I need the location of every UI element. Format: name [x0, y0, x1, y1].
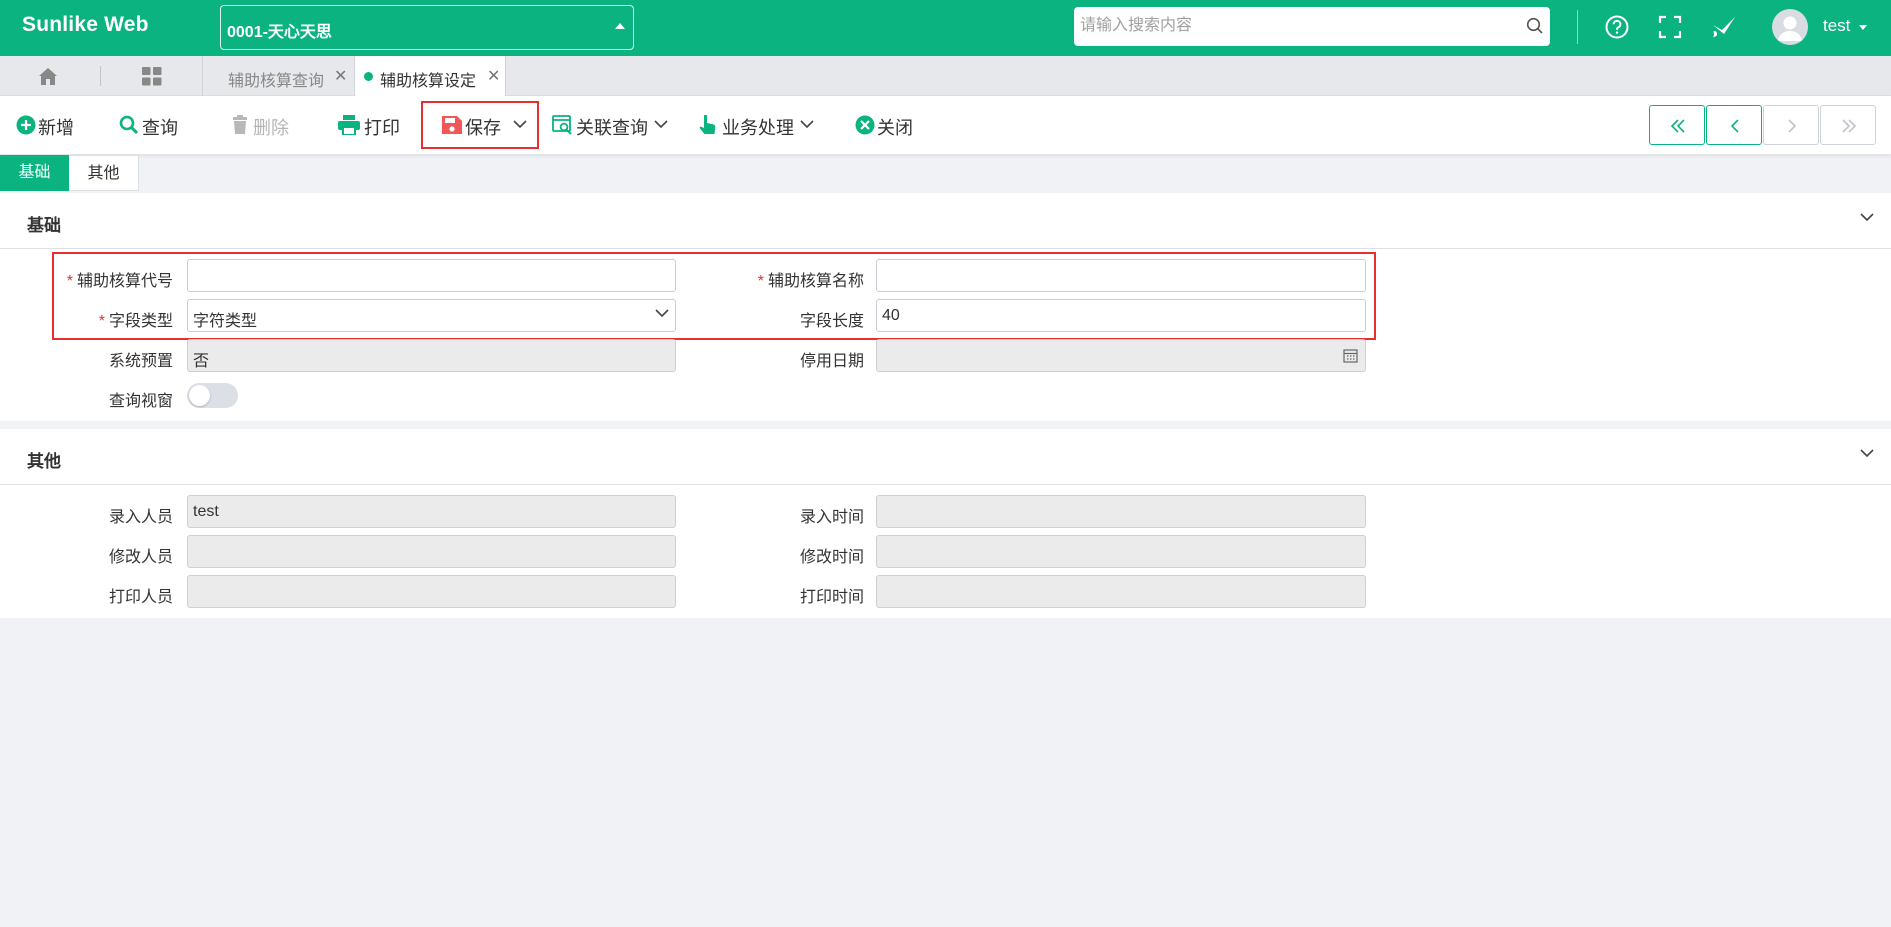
chevron-down-icon: [655, 309, 669, 318]
double-chevron-left-icon: [1670, 119, 1685, 133]
query-window-toggle[interactable]: [187, 383, 238, 408]
section-tab-basic[interactable]: 基础: [0, 155, 69, 191]
printed-by-field: [187, 575, 676, 608]
tab-aux-query[interactable]: 辅助核算查询 ✕: [204, 56, 354, 96]
preset-field: 否: [187, 339, 676, 372]
close-icon[interactable]: ✕: [487, 66, 500, 86]
tab-bar: 辅助核算查询 ✕ 辅助核算设定 ✕: [0, 56, 1891, 96]
toolbar: 新增 查询 删除 打印 保存 关联查询 业务处理 关闭: [0, 96, 1891, 154]
help-icon[interactable]: [1604, 14, 1630, 40]
modified-by-label: 修改人员: [108, 549, 173, 566]
tab-apps[interactable]: [101, 56, 203, 96]
chevron-right-icon: [1788, 119, 1797, 133]
entered-by-field: test: [187, 495, 676, 528]
fullscreen-icon[interactable]: [1657, 14, 1683, 40]
chevron-down-icon: [800, 120, 814, 129]
brand-logo: Sunlike Web: [22, 13, 149, 36]
chevron-down-icon[interactable]: [1860, 449, 1874, 458]
chevron-down-icon[interactable]: [1860, 213, 1874, 222]
user-name[interactable]: test: [1823, 16, 1850, 36]
entered-by-label: 录入人员: [108, 509, 173, 526]
user-avatar[interactable]: [1772, 9, 1808, 45]
company-select[interactable]: 0001-天心天思: [220, 5, 634, 50]
top-header: Sunlike Web 0001-天心天思 test: [0, 0, 1891, 56]
trash-icon: [233, 115, 247, 134]
panel-title: 其他: [27, 452, 61, 471]
field-length-input[interactable]: 40: [876, 299, 1366, 332]
hand-pointer-icon: [699, 115, 716, 134]
plus-circle-icon: [16, 115, 36, 135]
search-input[interactable]: [1080, 15, 1510, 37]
first-record-button[interactable]: [1649, 105, 1705, 145]
grid-icon: [142, 67, 162, 86]
tab-home[interactable]: [0, 56, 100, 96]
active-dot-icon: [364, 72, 373, 81]
name-label: * 辅助核算名称: [757, 273, 864, 290]
close-icon[interactable]: ✕: [334, 66, 347, 86]
modified-time-label: 修改时间: [799, 549, 864, 566]
stop-date-field: [876, 339, 1366, 372]
caret-down-icon[interactable]: [1859, 25, 1867, 30]
save-disk-icon: [442, 116, 462, 134]
next-record-button[interactable]: [1763, 105, 1819, 145]
calendar-icon[interactable]: [1343, 348, 1358, 363]
double-chevron-right-icon: [1842, 119, 1857, 133]
global-search[interactable]: [1074, 7, 1550, 46]
field-type-select[interactable]: 字符类型: [187, 299, 676, 332]
close-circle-icon: [855, 115, 875, 135]
other-panel-header[interactable]: 其他: [0, 429, 1891, 485]
last-record-button[interactable]: [1820, 105, 1876, 145]
prev-record-button[interactable]: [1706, 105, 1762, 145]
basic-panel-header[interactable]: 基础: [0, 193, 1891, 249]
printed-time-field: [876, 575, 1366, 608]
chevron-down-icon: [513, 120, 527, 129]
section-tab-other[interactable]: 其他: [69, 155, 139, 191]
name-input[interactable]: [876, 259, 1366, 292]
chevron-left-icon: [1730, 119, 1739, 133]
code-label: * 辅助核算代号: [66, 273, 173, 290]
query-window-label: 查询视窗: [108, 393, 173, 410]
panel-title: 基础: [27, 216, 61, 235]
tab-label: 辅助核算查询: [228, 73, 325, 90]
search-icon[interactable]: [1526, 17, 1544, 35]
preset-label: 系统预置: [108, 353, 173, 370]
entered-time-field: [876, 495, 1366, 528]
printed-time-label: 打印时间: [799, 589, 864, 606]
stop-date-label: 停用日期: [799, 353, 864, 370]
header-divider: [1577, 10, 1578, 44]
field-type-label: * 字段类型: [98, 313, 173, 330]
printer-icon: [338, 115, 360, 135]
toggle-knob: [189, 385, 210, 406]
theme-brush-icon[interactable]: [1710, 13, 1738, 39]
search-icon: [119, 115, 139, 135]
field-length-label: 字段长度: [799, 313, 864, 330]
tab-aux-setting[interactable]: 辅助核算设定 ✕: [354, 56, 506, 96]
tab-label: 辅助核算设定: [380, 73, 477, 90]
company-select-value: 0001-天心天思: [227, 24, 332, 41]
printed-by-label: 打印人员: [108, 589, 173, 606]
home-icon: [39, 68, 57, 85]
related-search-icon: [552, 115, 572, 135]
user-avatar-icon: [1778, 16, 1802, 41]
modified-time-field: [876, 535, 1366, 568]
caret-up-icon: [615, 23, 625, 29]
chevron-down-icon: [654, 120, 668, 129]
entered-time-label: 录入时间: [799, 509, 864, 526]
modified-by-field: [187, 535, 676, 568]
code-input[interactable]: [187, 259, 676, 292]
